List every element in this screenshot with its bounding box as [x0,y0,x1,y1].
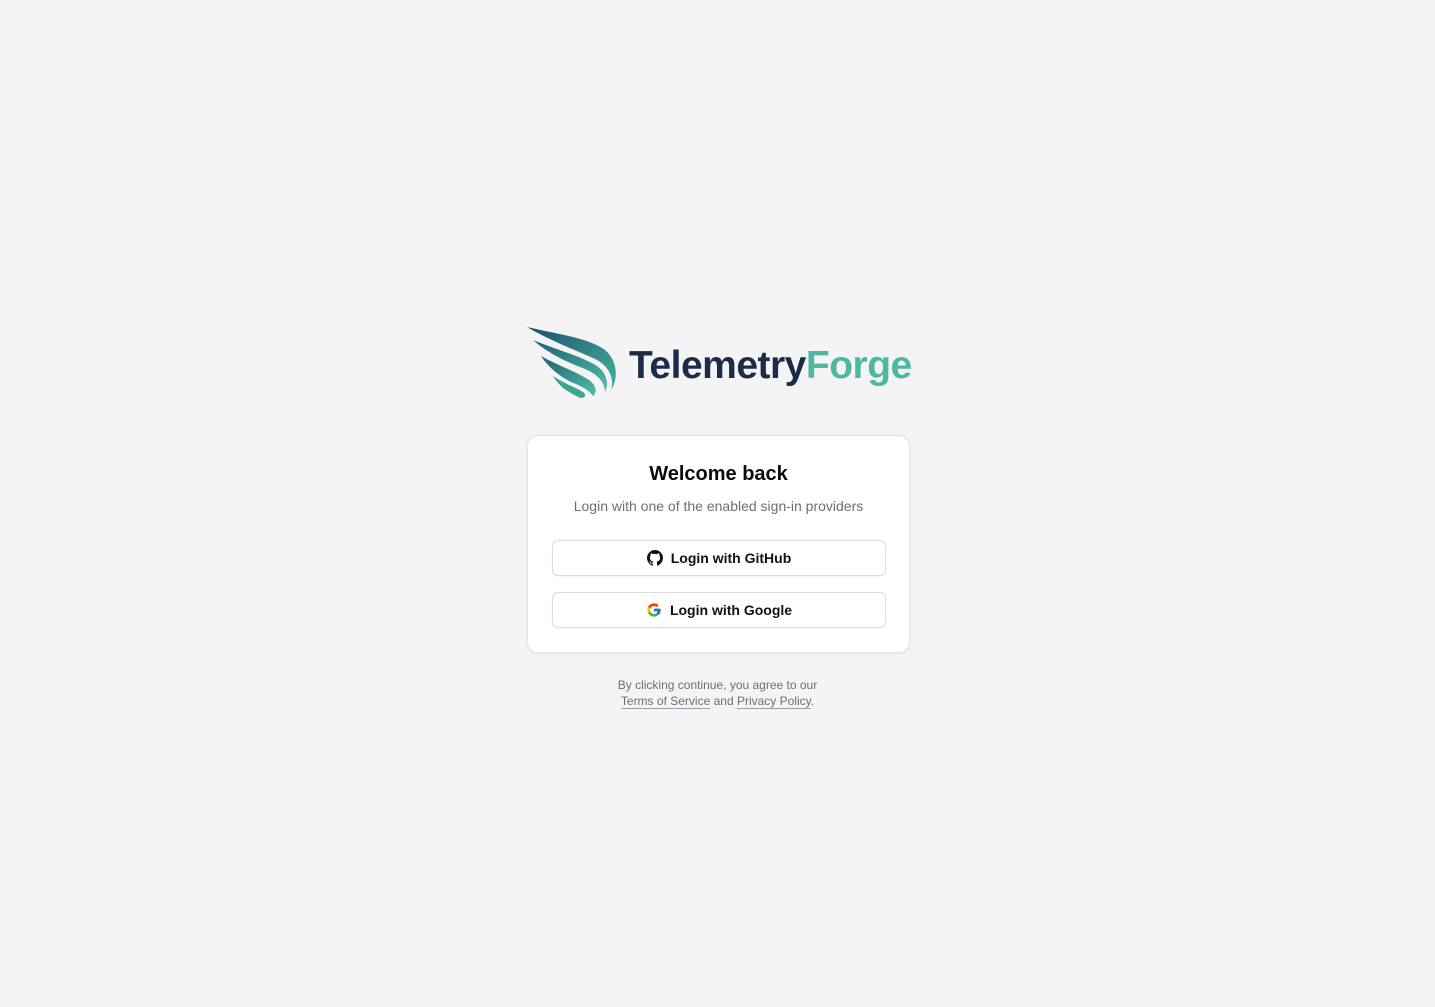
login-github-button[interactable]: Login with GitHub [552,540,886,576]
login-google-button[interactable]: Login with Google [552,592,886,628]
brand-logo: TelemetryForge [527,326,912,398]
login-card: Welcome back Login with one of the enabl… [527,435,910,653]
login-title: Welcome back [649,463,788,485]
terms-of-service-link[interactable]: Terms of Service [621,694,710,708]
legal-suffix: . [810,694,815,708]
wing-logo-icon [527,327,616,398]
brand-name-part1: Telemetry [629,343,806,387]
brand-name: TelemetryForge [629,346,912,385]
legal-notice: By clicking continue, you agree to our T… [527,677,908,709]
privacy-policy-link[interactable]: Privacy Policy [737,694,811,708]
login-github-label: Login with GitHub [670,550,792,566]
brand-name-part2: Forge [805,343,912,387]
login-container: TelemetryForge Welcome back Login with o… [527,326,912,708]
legal-and: and [713,694,734,708]
google-icon [647,603,661,617]
login-google-label: Login with Google [669,602,793,618]
login-subtitle: Login with one of the enabled sign-in pr… [573,498,864,514]
legal-prefix: By clicking continue, you agree to our [617,678,818,692]
github-icon [646,550,663,566]
